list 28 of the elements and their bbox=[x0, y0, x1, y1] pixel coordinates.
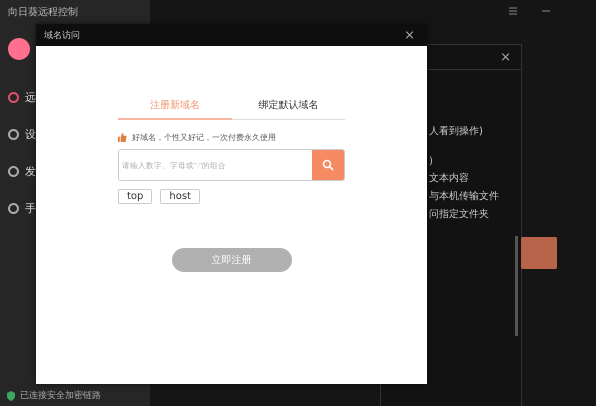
dialog-title: 域名访问 bbox=[44, 30, 80, 42]
hint-text: 好域名，个性又好记，一次付费永久使用 bbox=[132, 132, 276, 143]
nav-icon bbox=[8, 92, 19, 103]
thumbs-up-icon bbox=[118, 133, 127, 142]
sidebar-item[interactable]: 手 bbox=[8, 201, 36, 216]
shield-icon bbox=[6, 390, 16, 400]
close-button[interactable]: × bbox=[500, 50, 511, 64]
nav-icon bbox=[8, 166, 19, 177]
scrollbar[interactable] bbox=[515, 236, 518, 336]
sidebar-item[interactable]: 发 bbox=[8, 164, 36, 179]
nav-icon bbox=[8, 129, 19, 140]
option-text: 文本内容 bbox=[429, 172, 470, 185]
close-button[interactable]: × bbox=[404, 28, 415, 42]
suffix-button[interactable]: top bbox=[118, 189, 152, 204]
status-text: 已连接安全加密链路 bbox=[20, 390, 101, 402]
suffix-button[interactable]: host bbox=[160, 189, 200, 204]
option-text: 与本机传输文件 bbox=[429, 190, 500, 203]
nav-icon bbox=[8, 203, 19, 214]
option-text: 问指定文件夹 bbox=[429, 208, 490, 221]
menu-icon[interactable] bbox=[508, 6, 518, 16]
option-text: ) bbox=[429, 156, 434, 167]
sidebar-item[interactable]: 远 bbox=[8, 90, 36, 105]
search-icon bbox=[322, 159, 334, 171]
option-text: 人看到操作) bbox=[429, 124, 484, 138]
tab[interactable]: 绑定默认域名 bbox=[232, 94, 345, 120]
sidebar-item[interactable]: 设 bbox=[8, 127, 36, 142]
avatar[interactable] bbox=[8, 38, 30, 60]
app-title: 向日葵远程控制 bbox=[7, 6, 79, 20]
